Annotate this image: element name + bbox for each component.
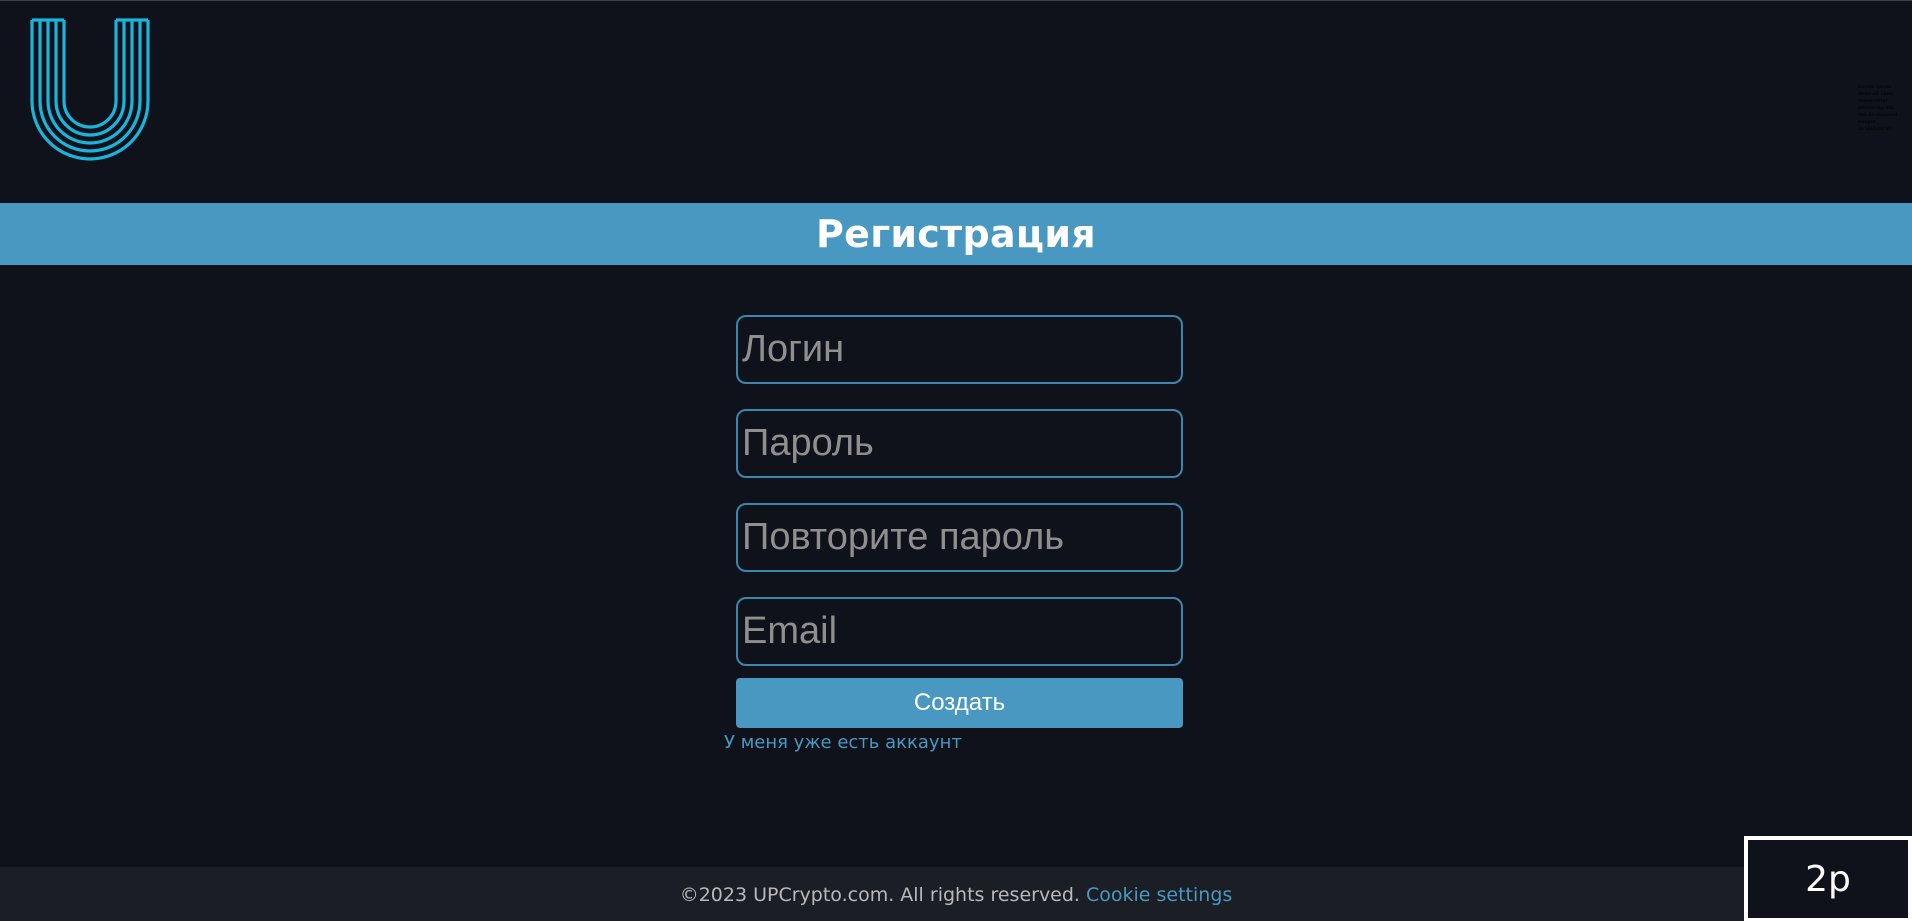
- repeat-password-input[interactable]: [736, 503, 1183, 572]
- page-title: Регистрация: [816, 212, 1096, 256]
- registration-page: Lorem ipsum dolor sit amet, consectetur …: [0, 0, 1912, 921]
- email-input[interactable]: [736, 597, 1183, 666]
- have-account-link[interactable]: У меня уже есть аккаунт: [724, 732, 962, 753]
- u-logo-icon: [30, 18, 150, 161]
- create-account-button[interactable]: Создать: [736, 678, 1183, 728]
- site-header: Lorem ipsum dolor sit amet, consectetur …: [0, 1, 1912, 203]
- copyright-text: ©2023 UPCrypto.com. All rights reserved.: [679, 883, 1080, 906]
- password-input[interactable]: [736, 409, 1183, 478]
- cookie-settings-link[interactable]: Cookie settings: [1086, 884, 1232, 906]
- corner-box[interactable]: 2p: [1744, 836, 1912, 921]
- login-input[interactable]: [736, 315, 1183, 384]
- registration-form: Создать: [736, 315, 1183, 728]
- logo-link[interactable]: [28, 17, 152, 163]
- corner-box-label: 2p: [1805, 858, 1851, 900]
- title-bar: Регистрация: [0, 203, 1912, 265]
- site-footer: ©2023 UPCrypto.com. All rights reserved.…: [0, 867, 1912, 921]
- tiny-text-block: Lorem ipsum dolor sit amet, consectetur …: [1858, 84, 1898, 132]
